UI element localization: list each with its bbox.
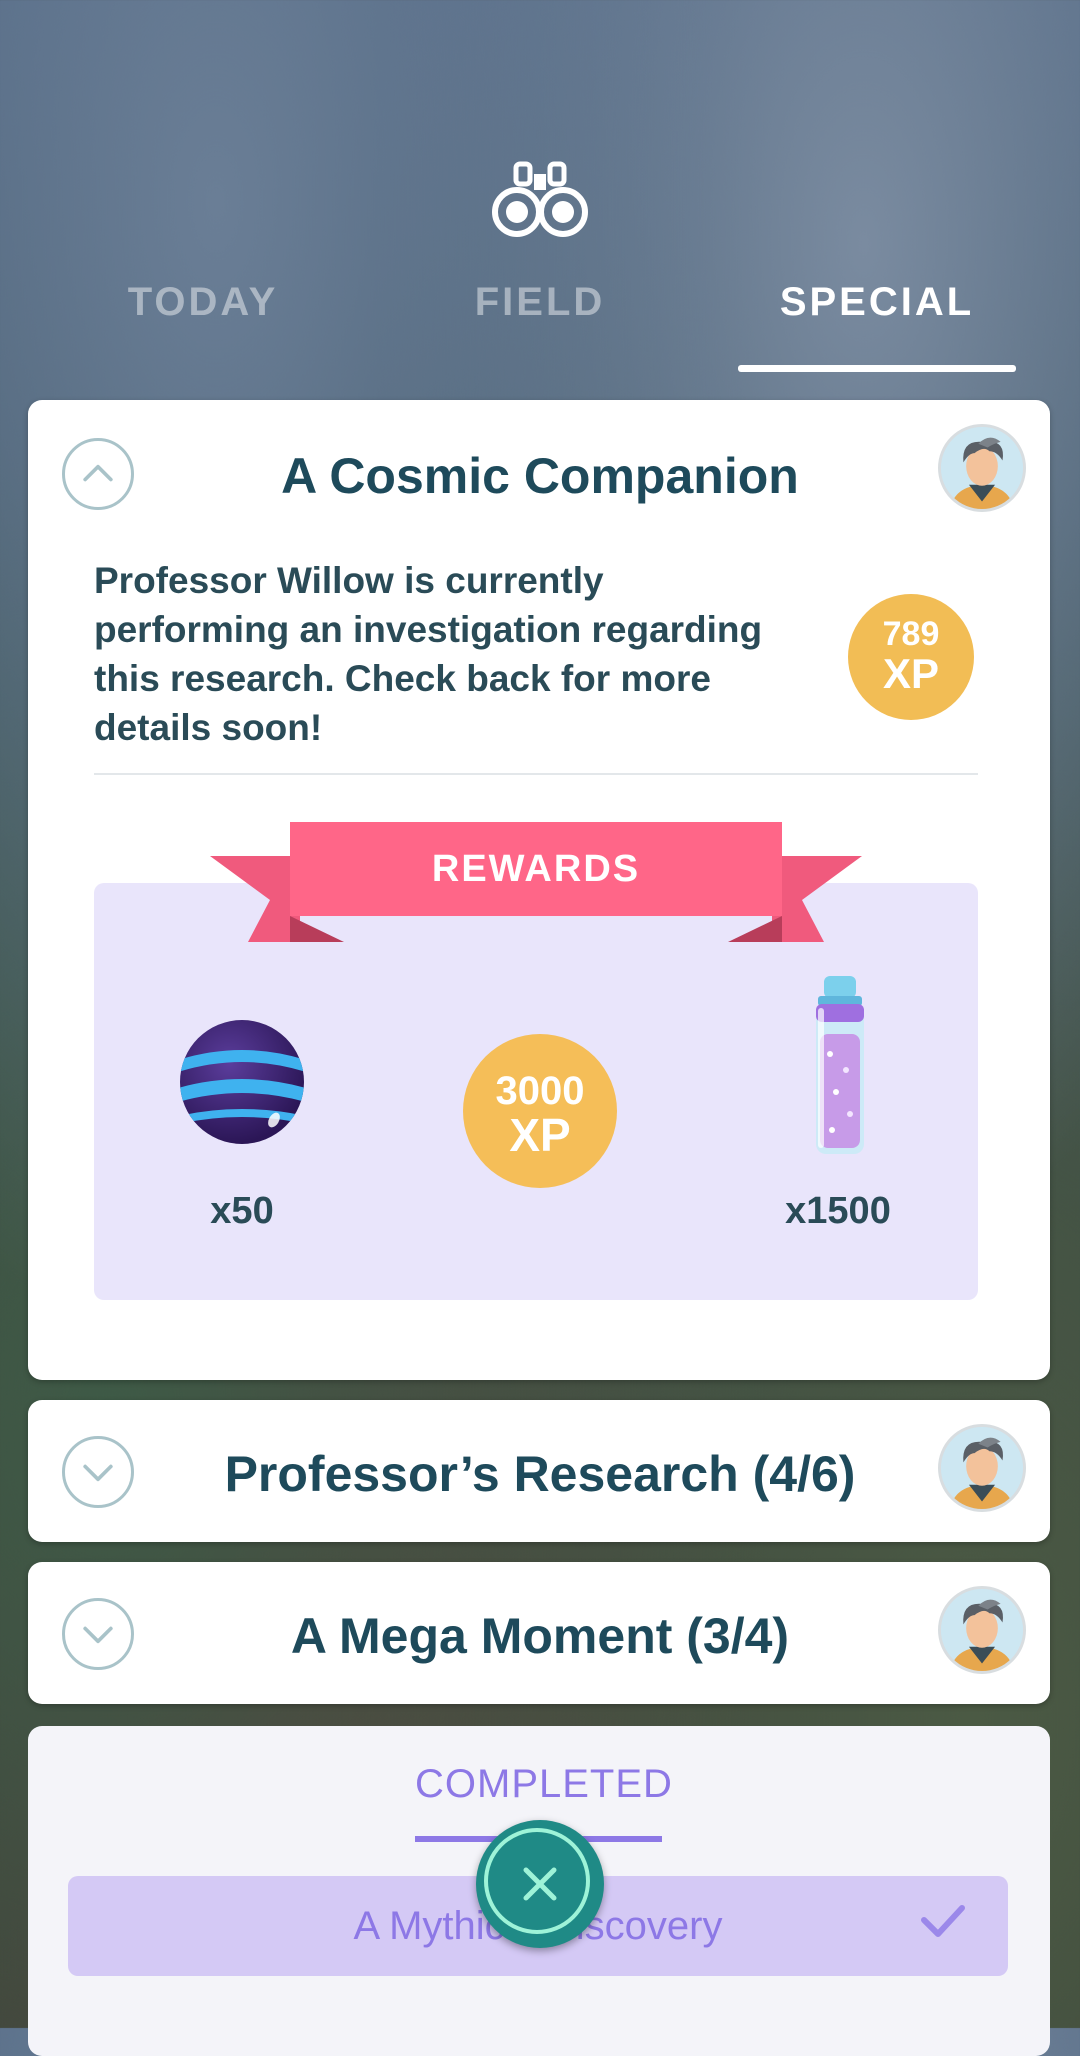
collapse-chevron-up-icon[interactable] xyxy=(62,438,134,510)
binoculars-icon xyxy=(490,160,590,240)
research-title-mega-moment[interactable]: A Mega Moment (3/4) xyxy=(160,1600,920,1672)
close-button[interactable] xyxy=(476,1820,604,1948)
professor-avatar xyxy=(938,1586,1026,1674)
expand-chevron-down-icon[interactable] xyxy=(62,1598,134,1670)
research-description: Professor Willow is currently performing… xyxy=(94,560,763,748)
reward-xp-unit: XP xyxy=(509,1109,571,1161)
reward-xp-value: 3000 xyxy=(495,1069,585,1113)
stardust-quantity: x1500 xyxy=(785,1190,891,1232)
ball-quantity: x50 xyxy=(210,1190,274,1232)
ball-icon xyxy=(178,1018,306,1146)
checkmark-icon xyxy=(918,1900,968,1940)
xp-badge-unit: XP xyxy=(882,650,940,697)
reward-xp-badge: 3000 XP xyxy=(463,1034,617,1188)
divider xyxy=(94,773,978,775)
research-title-professors-research[interactable]: Professor’s Research (4/6) xyxy=(160,1438,920,1510)
close-icon xyxy=(523,1867,557,1901)
professor-avatar xyxy=(938,424,1026,512)
tab-field[interactable]: FIELD xyxy=(390,280,690,325)
tab-completed[interactable]: COMPLETED xyxy=(415,1762,672,1807)
professor-avatar xyxy=(938,1424,1026,1512)
tab-today[interactable]: TODAY xyxy=(53,280,353,325)
rewards-title: REWARDS xyxy=(431,848,641,890)
active-tab-indicator xyxy=(738,365,1016,372)
xp-badge: 789 XP xyxy=(848,594,974,720)
research-title[interactable]: A Cosmic Companion xyxy=(160,440,920,512)
tab-special[interactable]: SPECIAL xyxy=(727,280,1027,325)
xp-badge-value: 789 xyxy=(882,615,940,653)
stardust-icon xyxy=(810,974,870,1158)
expand-chevron-down-icon[interactable] xyxy=(62,1436,134,1508)
